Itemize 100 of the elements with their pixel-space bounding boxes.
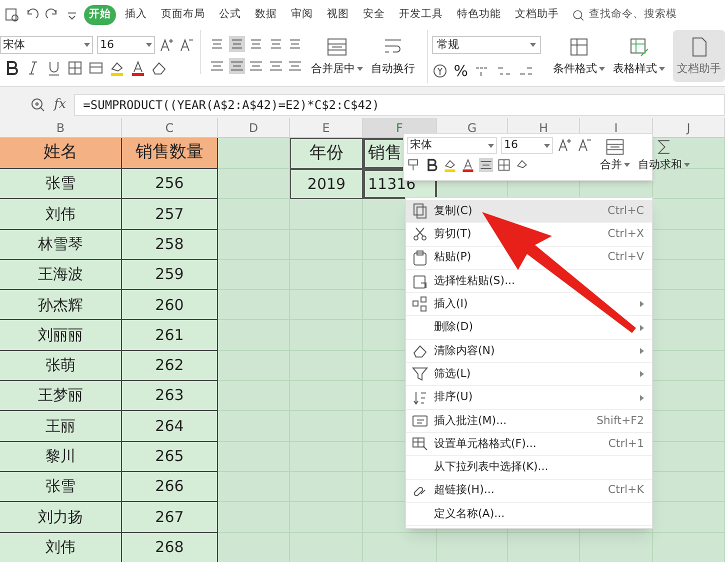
- ribbon-tab[interactable]: 安全: [358, 5, 390, 25]
- table-cell: 刘丽丽: [0, 320, 122, 351]
- caret-icon: [599, 67, 605, 72]
- format-painter-icon[interactable]: [407, 158, 421, 172]
- table-cell: 260: [122, 290, 218, 320]
- grid-icon[interactable]: [568, 36, 590, 58]
- caret-icon: [356, 67, 363, 72]
- align-center-icon[interactable]: [228, 58, 245, 74]
- search-field[interactable]: 查找命令、搜索模: [572, 7, 677, 23]
- ribbon-tab[interactable]: 公式: [214, 5, 246, 25]
- menu-item[interactable]: 排序(U): [406, 386, 652, 410]
- shortcut-label: Ctrl+X: [608, 226, 644, 242]
- copy-icon[interactable]: [412, 203, 428, 220]
- table-cell: 261: [122, 320, 218, 351]
- comment-icon[interactable]: [412, 412, 428, 429]
- format-cells-icon[interactable]: [412, 436, 428, 452]
- table-cell: 264: [122, 411, 218, 442]
- shortcut-label: Ctrl+1: [608, 436, 644, 452]
- search-icon[interactable]: [572, 8, 585, 22]
- menu-item[interactable]: 从下拉列表中选择(K)...: [406, 456, 652, 480]
- font-name-field[interactable]: 宋体: [407, 137, 497, 154]
- menu-item[interactable]: 设置单元格格式(F)... Ctrl+1: [406, 432, 652, 456]
- eraser-icon[interactable]: [412, 342, 428, 359]
- table-cell: 王海波: [0, 260, 122, 290]
- caret-icon: [659, 67, 665, 72]
- bold-icon[interactable]: [4, 60, 20, 76]
- ribbon-tab[interactable]: 视图: [322, 5, 354, 25]
- function-label[interactable]: fx: [54, 95, 66, 115]
- filter-icon[interactable]: [412, 366, 428, 382]
- table-cell: 黎川: [0, 442, 122, 472]
- caret-icon: [530, 43, 536, 47]
- insert-cells-icon[interactable]: [412, 296, 428, 312]
- caret-icon: [624, 163, 630, 168]
- font-name-field[interactable]: 宋体: [0, 36, 93, 54]
- menu-item[interactable]: 清除内容(N): [406, 340, 652, 364]
- table-cell: 王梦丽: [0, 381, 122, 412]
- merge-cells-icon[interactable]: [326, 36, 348, 58]
- sort-icon[interactable]: [412, 390, 428, 406]
- ribbon-tab[interactable]: 开发工具: [394, 5, 448, 25]
- align-middle-icon[interactable]: [228, 36, 245, 52]
- percent-button[interactable]: %: [454, 60, 468, 82]
- ribbon-tab[interactable]: 插入: [120, 5, 152, 25]
- merge-cells-icon[interactable]: [605, 137, 625, 157]
- table-pencil-icon[interactable]: [628, 36, 650, 58]
- table-cell: 林雪琴: [0, 230, 122, 260]
- bold-icon[interactable]: [425, 158, 439, 172]
- fill-color-icon[interactable]: [109, 60, 125, 76]
- column-header[interactable]: D: [218, 118, 290, 137]
- table-style-button[interactable]: 表格样式: [609, 30, 669, 78]
- table-cell: 刘力扬: [0, 502, 122, 533]
- merge-center-button[interactable]: 合并居中: [306, 30, 367, 78]
- font-color-icon[interactable]: [461, 158, 475, 172]
- shrink-font-icon[interactable]: [179, 37, 195, 53]
- merge-button[interactable]: 合并: [596, 134, 634, 180]
- scissors-icon[interactable]: [412, 226, 428, 242]
- header-cell: 销售数量: [122, 138, 218, 169]
- column-header[interactable]: C: [122, 118, 218, 137]
- column-header[interactable]: B: [0, 118, 122, 137]
- formula-field[interactable]: =SUMPRODUCT((YEAR(A$2:A$42)=E2)*C$2:C$42): [74, 94, 725, 116]
- ribbon-tab[interactable]: 文档助手: [510, 5, 564, 25]
- cell-style-icon[interactable]: [88, 60, 104, 76]
- shortcut-label: Ctrl+C: [608, 202, 644, 219]
- table-cell: 刘伟: [0, 199, 122, 230]
- font-size-field[interactable]: 16: [501, 137, 553, 154]
- menu-item[interactable]: 超链接(H)... Ctrl+K: [406, 480, 652, 503]
- clipboard-icon[interactable]: [412, 250, 428, 266]
- document-assistant-button[interactable]: 文档助手: [673, 30, 725, 82]
- ribbon-tab[interactable]: 页面布局: [156, 5, 210, 25]
- caret-icon: [684, 163, 690, 168]
- shrink-font-icon[interactable]: [577, 137, 593, 153]
- menu-item[interactable]: 插入批注(M)... Shift+F2: [406, 410, 652, 433]
- ribbon-tab[interactable]: 数据: [250, 5, 282, 25]
- clipboard-icon[interactable]: [412, 273, 428, 290]
- menu-item[interactable]: 筛选(L): [406, 363, 652, 386]
- fill-color-icon[interactable]: [443, 158, 457, 172]
- underline-icon[interactable]: [46, 60, 62, 76]
- header-cell: 姓名: [0, 138, 122, 169]
- menu-item[interactable]: 复制(C) Ctrl+C: [406, 200, 652, 224]
- borders-icon[interactable]: [67, 60, 83, 76]
- table-cell: 2019: [290, 169, 363, 200]
- borders-icon[interactable]: [497, 158, 511, 172]
- menu-item[interactable]: 定义名称(A)...: [406, 502, 652, 526]
- conditional-format-button[interactable]: 条件格式: [549, 30, 609, 78]
- shortcut-label: Ctrl+V: [608, 249, 644, 266]
- clear-format-icon[interactable]: [151, 60, 167, 76]
- ribbon-tab[interactable]: 特色功能: [452, 5, 506, 25]
- grow-font-icon[interactable]: [159, 37, 175, 53]
- align-center-icon[interactable]: [479, 158, 493, 172]
- print-preview-icon[interactable]: [4, 7, 20, 23]
- currency-icon[interactable]: [432, 63, 448, 80]
- grow-font-icon[interactable]: [557, 137, 573, 153]
- zoom-icon[interactable]: [30, 97, 46, 113]
- autosum-button[interactable]: 自动求和: [634, 134, 694, 180]
- shortcut-label: Shift+F2: [596, 412, 644, 429]
- font-size-field[interactable]: 16: [97, 36, 155, 54]
- wrap-text-button[interactable]: 自动换行: [366, 30, 419, 78]
- number-format-field[interactable]: 常规: [432, 36, 541, 54]
- ribbon-tab[interactable]: 审阅: [286, 5, 318, 25]
- table-cell: 263: [122, 381, 218, 412]
- font-color-icon[interactable]: [130, 60, 146, 76]
